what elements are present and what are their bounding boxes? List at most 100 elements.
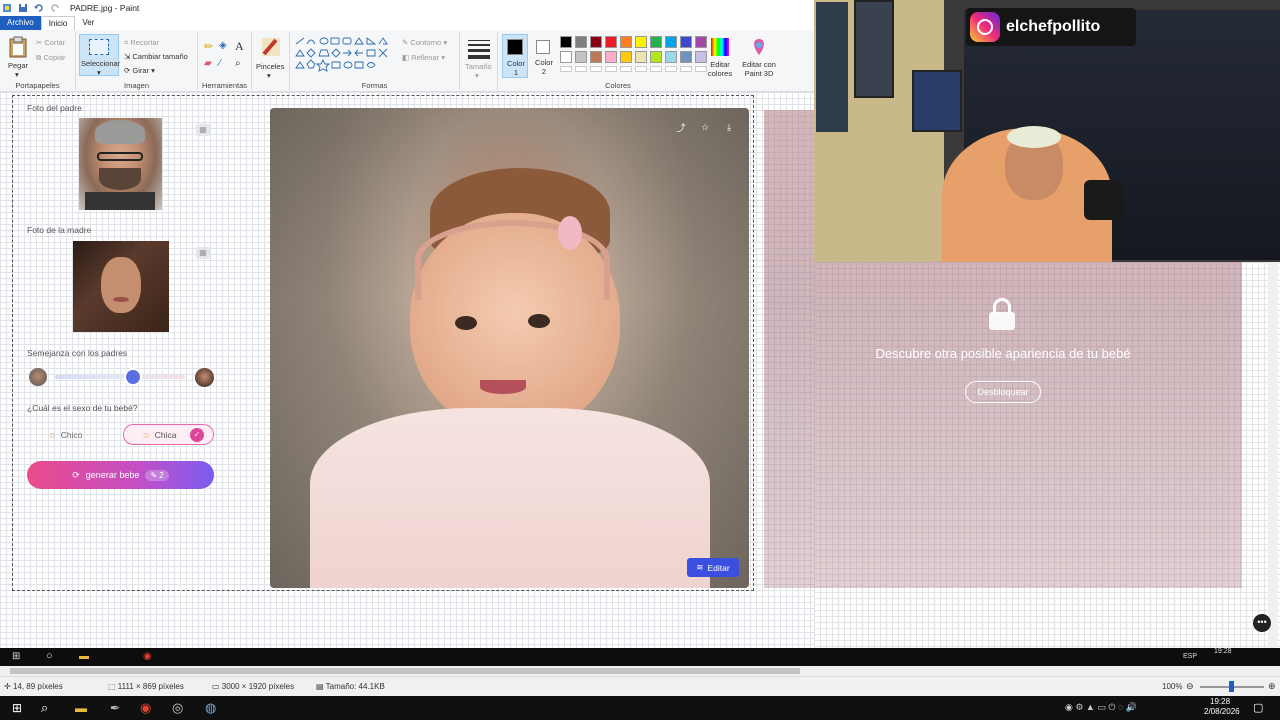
boy-face-icon: ☺: [48, 429, 57, 440]
copy-button[interactable]: ⧉ Copiar: [36, 53, 66, 63]
magnifier-icon[interactable]: ⌕: [235, 58, 241, 69]
tab-archivo[interactable]: Archivo: [0, 16, 41, 30]
color-swatch[interactable]: [635, 36, 647, 48]
star-icon[interactable]: ☆: [695, 117, 715, 137]
search-icon[interactable]: ⌕: [41, 700, 48, 716]
color2-button[interactable]: Color 2: [532, 34, 556, 78]
mother-edit-icon[interactable]: ▦: [196, 247, 210, 259]
notification-icon[interactable]: ▢: [1253, 701, 1263, 714]
chevron-down-icon[interactable]: ▾: [475, 71, 479, 80]
outline-button[interactable]: ✎ Contorno ▾: [402, 38, 447, 47]
father-edit-icon[interactable]: ▦: [196, 124, 210, 136]
bow-shape: [558, 216, 582, 250]
color-swatch[interactable]: [560, 36, 572, 48]
father-photo[interactable]: [79, 118, 162, 210]
custom-color-swatch[interactable]: [590, 66, 602, 72]
color-swatch[interactable]: [575, 51, 587, 63]
pencil-icon[interactable]: ✏: [204, 40, 213, 53]
custom-color-swatch[interactable]: [605, 66, 617, 72]
color-swatch[interactable]: [665, 36, 677, 48]
similarity-slider-thumb[interactable]: [126, 370, 140, 384]
horizontal-scrollbar[interactable]: [0, 666, 1280, 676]
color1-button[interactable]: Color 1: [502, 34, 528, 78]
color-swatch[interactable]: [665, 51, 677, 63]
paste-button[interactable]: Pegar: [8, 61, 28, 70]
custom-color-swatch[interactable]: [665, 66, 677, 72]
generated-baby-photo[interactable]: ⤴ ☆ ⤓ ≋ Editar: [270, 108, 749, 588]
color-swatch[interactable]: [620, 36, 632, 48]
poster-1: [816, 2, 848, 132]
resize-button[interactable]: ⇲ Cambiar tamaño: [124, 52, 188, 61]
similarity-slider-track[interactable]: [55, 375, 185, 379]
vertical-scrollbar[interactable]: [1268, 262, 1278, 648]
cut-button[interactable]: ✂ Cortar: [36, 38, 65, 47]
fill-button[interactable]: ◧ Rellenar ▾: [402, 53, 445, 62]
color1-label: Color 1: [507, 59, 525, 77]
brush-icon[interactable]: [260, 36, 282, 58]
crop-button[interactable]: ⌗ Recortar: [124, 38, 159, 48]
zoom-slider-thumb[interactable]: [1229, 681, 1234, 692]
brushes-button[interactable]: Pinceles: [256, 62, 284, 71]
paste-icon[interactable]: [8, 36, 28, 58]
size-button[interactable]: Tamaño: [465, 62, 492, 71]
color-swatch[interactable]: [680, 36, 692, 48]
obs-icon[interactable]: ◎: [172, 700, 183, 716]
zoom-out-button[interactable]: ⊖: [1186, 681, 1194, 692]
tab-ver[interactable]: Ver: [75, 16, 101, 30]
color-swatch[interactable]: [650, 36, 662, 48]
custom-color-swatch[interactable]: [620, 66, 632, 72]
color-swatch[interactable]: [590, 51, 602, 63]
clock-time[interactable]: 19:28: [1210, 697, 1230, 706]
tab-inicio[interactable]: Inicio: [40, 16, 76, 30]
text-icon[interactable]: A: [235, 39, 244, 54]
fill-icon[interactable]: ◈: [219, 40, 227, 51]
custom-color-swatch[interactable]: [650, 66, 662, 72]
color-swatch[interactable]: [605, 51, 617, 63]
custom-color-swatch[interactable]: [680, 66, 692, 72]
color-swatch[interactable]: [620, 51, 632, 63]
scroll-thumb[interactable]: [10, 668, 800, 674]
share-icon[interactable]: ⤴: [671, 117, 691, 137]
color-swatch[interactable]: [575, 36, 587, 48]
custom-color-swatch[interactable]: [575, 66, 587, 72]
app-icon[interactable]: ✒: [110, 701, 120, 715]
generate-button[interactable]: ⟳ generar bebe ✎ 2: [27, 461, 214, 489]
start-icon[interactable]: ⊞: [12, 701, 22, 715]
edit-button[interactable]: ≋ Editar: [687, 558, 739, 577]
color-swatch[interactable]: [650, 51, 662, 63]
select-button[interactable]: Seleccionar ▾: [79, 34, 120, 77]
zoom-in-button[interactable]: ⊕: [1268, 681, 1276, 692]
chevron-down-icon[interactable]: ▾: [15, 70, 19, 79]
chevron-down-icon[interactable]: ▾: [267, 71, 271, 80]
edit-colors-button[interactable]: Editar colores: [703, 36, 737, 78]
clock-date[interactable]: 2/08/2026: [1204, 707, 1240, 716]
paint-icon[interactable]: ◍: [205, 700, 216, 716]
undo-icon[interactable]: [34, 3, 44, 13]
rotate-button[interactable]: ⟳ Girar ▾: [124, 66, 155, 75]
color-swatch[interactable]: [635, 51, 647, 63]
paint3d-button[interactable]: Editar con Paint 3D: [738, 36, 780, 78]
shapes-gallery[interactable]: [294, 36, 394, 76]
size-lines-icon[interactable]: [468, 40, 490, 59]
picker-icon[interactable]: ⁄: [219, 58, 221, 69]
custom-color-swatch[interactable]: [560, 66, 572, 72]
redo-icon[interactable]: [50, 3, 60, 13]
option-boy[interactable]: ☺ Chico: [40, 424, 118, 445]
chrome-icon[interactable]: ◉: [140, 700, 151, 716]
mother-photo[interactable]: [73, 241, 169, 332]
tray-icons[interactable]: ◉ ⚙ ▲ ▭ ⏻ ◌ 🔊: [1065, 702, 1137, 713]
group-tamano: Tamaño ▾: [460, 32, 498, 90]
eraser-icon[interactable]: ▰: [204, 58, 212, 69]
color-swatch[interactable]: [590, 36, 602, 48]
group-label: Formas: [361, 81, 388, 90]
color-swatch[interactable]: [680, 51, 692, 63]
file-explorer-icon[interactable]: ▬: [75, 701, 87, 715]
color-swatch[interactable]: [560, 51, 572, 63]
save-icon[interactable]: [18, 3, 28, 13]
download-icon[interactable]: ⤓: [719, 117, 739, 137]
chat-icon[interactable]: •••: [1253, 614, 1271, 632]
unlock-button[interactable]: Desbloquear: [965, 381, 1041, 403]
color-swatch[interactable]: [605, 36, 617, 48]
option-girl[interactable]: ☺ Chica ✓: [123, 424, 214, 445]
custom-color-swatch[interactable]: [635, 66, 647, 72]
